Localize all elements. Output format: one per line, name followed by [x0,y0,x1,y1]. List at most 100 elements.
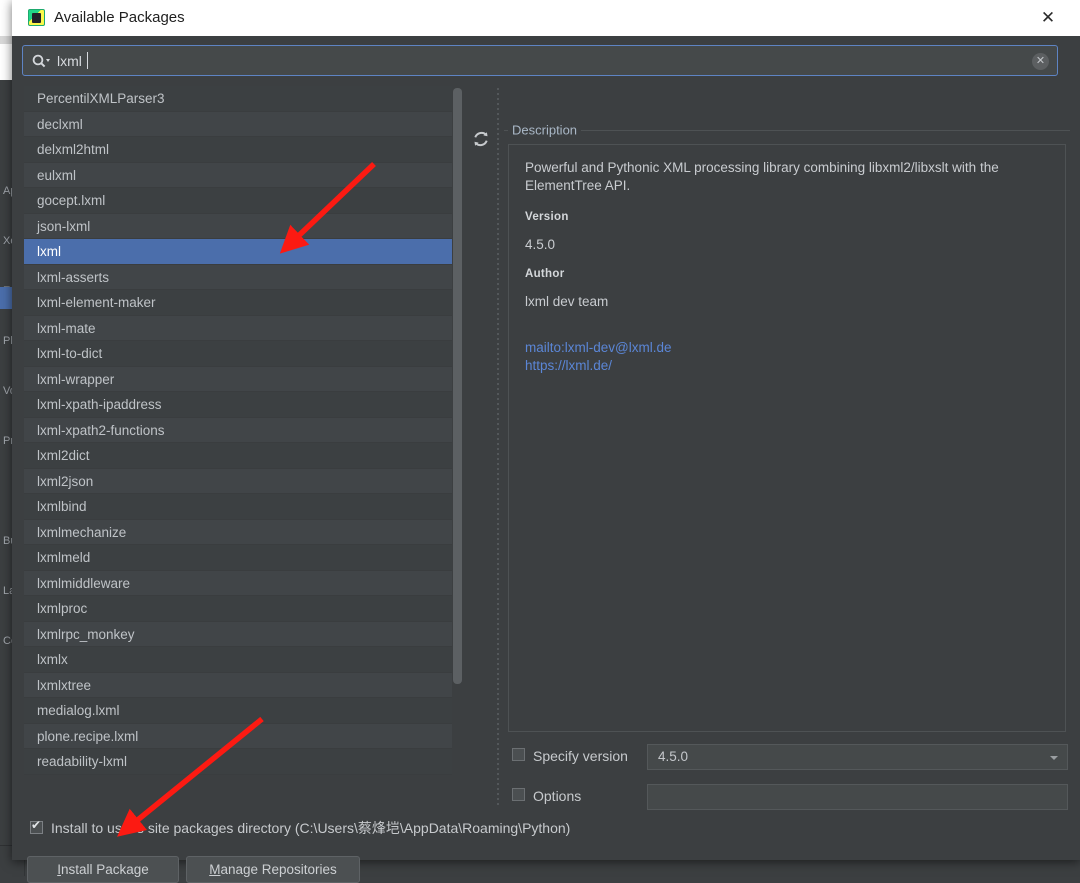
splitter-dot [497,588,499,590]
options-input[interactable] [647,784,1068,810]
package-list-item[interactable]: lxml-xpath-ipaddress [24,392,452,418]
splitter-dot [497,233,499,235]
splitter-dot [497,363,499,365]
clear-circle-icon[interactable]: ✕ [1032,53,1049,70]
splitter-dot [497,783,499,785]
splitter-handle[interactable] [496,88,500,804]
splitter-dot [497,553,499,555]
package-list-item[interactable]: declxml [24,112,452,138]
package-list-item[interactable]: PercentilXMLParser3 [24,86,452,112]
splitter-dot [497,663,499,665]
splitter-dot [497,278,499,280]
splitter-dot [497,168,499,170]
splitter-dot [497,338,499,340]
scrollbar-thumb[interactable] [453,88,462,684]
splitter-dot [497,398,499,400]
package-list-item[interactable]: lxml [24,239,452,265]
close-icon[interactable]: ✕ [1026,0,1070,35]
splitter-dot [497,763,499,765]
splitter-dot [497,713,499,715]
splitter-dot [497,753,499,755]
splitter-dot [497,558,499,560]
splitter-dot [497,473,499,475]
splitter-dot [497,468,499,470]
splitter-dot [497,633,499,635]
text-caret [87,52,88,69]
splitter-dot [497,113,499,115]
package-list-item[interactable]: lxml-asserts [24,265,452,291]
splitter-dot [497,178,499,180]
splitter-dot [497,143,499,145]
package-list-item[interactable]: delxml2html [24,137,452,163]
package-list-item[interactable]: readability-lxml [24,749,452,775]
splitter-dot [497,118,499,120]
package-list-item[interactable]: lxml-mate [24,316,452,342]
package-list-item[interactable]: lxmlproc [24,596,452,622]
package-list-item[interactable]: lxmlbind [24,494,452,520]
splitter-dot [497,703,499,705]
search-field[interactable]: lxml ✕ [22,45,1058,76]
search-icon[interactable] [31,52,51,70]
package-list-item[interactable]: eulxml [24,163,452,189]
splitter-dot [497,708,499,710]
package-list-item[interactable]: lxml2json [24,469,452,495]
package-list-item[interactable]: lxml-to-dict [24,341,452,367]
package-list-item[interactable]: lxmlrpc_monkey [24,622,452,648]
install-package-button[interactable]: Install Package [27,856,179,883]
splitter-dot [497,258,499,260]
dialog-body: lxml ✕ PercentilXMLParser3declxmldelxml2… [12,36,1080,860]
splitter-dot [497,568,499,570]
package-list-item[interactable]: lxml-element-maker [24,290,452,316]
options-checkbox[interactable] [512,788,525,801]
splitter-dot [497,758,499,760]
chevron-down-icon[interactable] [1050,756,1058,760]
splitter-dot [497,458,499,460]
splitter-dot [497,248,499,250]
description-links: mailto:lxml-dev@lxml.de https://lxml.de/ [525,339,1049,375]
splitter-dot [497,208,499,210]
specify-version-combo[interactable]: 4.5.0 [647,744,1068,770]
package-list-item[interactable]: json-lxml [24,214,452,240]
splitter-dot [497,628,499,630]
splitter-dot [497,378,499,380]
splitter-dot [497,188,499,190]
package-list-item[interactable]: lxml-wrapper [24,367,452,393]
manage-repositories-button[interactable]: Manage Repositories [186,856,360,883]
splitter-dot [497,493,499,495]
install-user-site-checkbox[interactable] [30,821,43,834]
package-list-item[interactable]: lxmlmechanize [24,520,452,546]
splitter-dot [497,698,499,700]
splitter-dot [497,388,499,390]
package-list-item[interactable]: lxmlmiddleware [24,571,452,597]
splitter-dot [497,448,499,450]
refresh-icon[interactable] [470,128,492,150]
specify-version-row: Specify version 4.5.0 [504,744,1070,770]
specify-version-checkbox[interactable] [512,748,525,761]
package-list-scrollbar[interactable] [453,86,462,726]
splitter-dot [497,778,499,780]
package-list-item[interactable]: medialog.lxml [24,698,452,724]
splitter-dot [497,518,499,520]
options-label: Options [533,786,581,806]
package-list[interactable]: PercentilXMLParser3declxmldelxml2htmleul… [24,86,452,804]
splitter-dot [497,153,499,155]
package-list-item[interactable]: lxmlmeld [24,545,452,571]
package-list-item[interactable]: lxmlxtree [24,673,452,699]
splitter-dot [497,408,499,410]
mailto-link[interactable]: mailto:lxml-dev@lxml.de [525,339,1049,357]
splitter-dot [497,193,499,195]
splitter-dot [497,593,499,595]
description-legend-line [504,130,1070,131]
package-list-item[interactable]: lxml-xpath2-functions [24,418,452,444]
install-button-label: nstall Package [61,862,149,877]
package-list-item[interactable]: plone.recipe.lxml [24,724,452,750]
search-input[interactable]: lxml [57,52,82,70]
homepage-link[interactable]: https://lxml.de/ [525,357,1049,375]
splitter-dot [497,288,499,290]
splitter-dot [497,603,499,605]
splitter-dot [497,488,499,490]
splitter-dot [497,638,499,640]
package-list-item[interactable]: lxml2dict [24,443,452,469]
package-list-item[interactable]: lxmlx [24,647,452,673]
package-list-item[interactable]: gocept.lxml [24,188,452,214]
